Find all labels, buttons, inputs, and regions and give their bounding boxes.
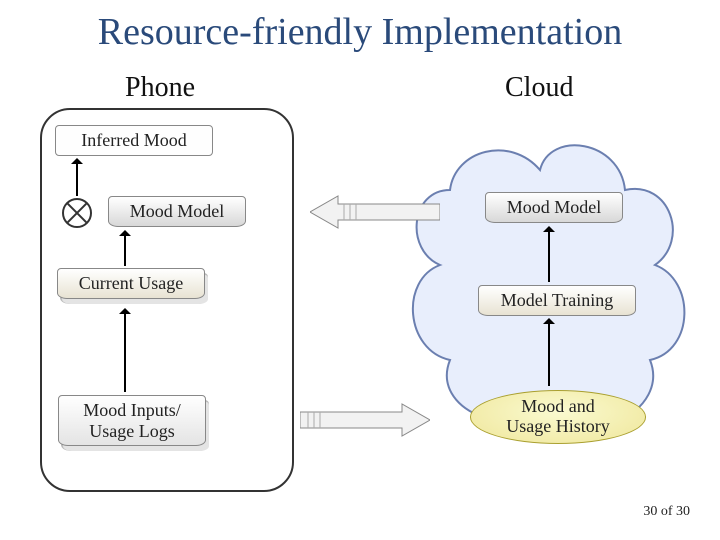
arrow-up-icon bbox=[548, 320, 550, 386]
arrow-up-icon bbox=[548, 228, 550, 282]
phone-mood-model-box: Mood Model bbox=[108, 196, 246, 227]
phone-column-label: Phone bbox=[125, 72, 195, 104]
arrow-right-icon bbox=[300, 402, 430, 438]
cloud-column-label: Cloud bbox=[505, 72, 573, 104]
slide: Resource-friendly Implementation Phone C… bbox=[0, 0, 720, 540]
slide-title: Resource-friendly Implementation bbox=[0, 10, 720, 54]
mood-usage-history-box: Mood and Usage History bbox=[470, 390, 646, 444]
cloud-mood-model-box: Mood Model bbox=[485, 192, 623, 223]
mood-inputs-logs-box: Mood Inputs/ Usage Logs bbox=[58, 395, 206, 446]
model-training-box: Model Training bbox=[478, 285, 636, 316]
arrow-up-icon bbox=[124, 310, 126, 392]
arrow-up-icon bbox=[124, 232, 126, 266]
combine-icon bbox=[62, 198, 92, 228]
arrow-left-icon bbox=[310, 194, 440, 230]
current-usage-box: Current Usage bbox=[57, 268, 205, 299]
page-number: 30 of 30 bbox=[643, 504, 690, 520]
arrow-up-icon bbox=[76, 160, 78, 196]
